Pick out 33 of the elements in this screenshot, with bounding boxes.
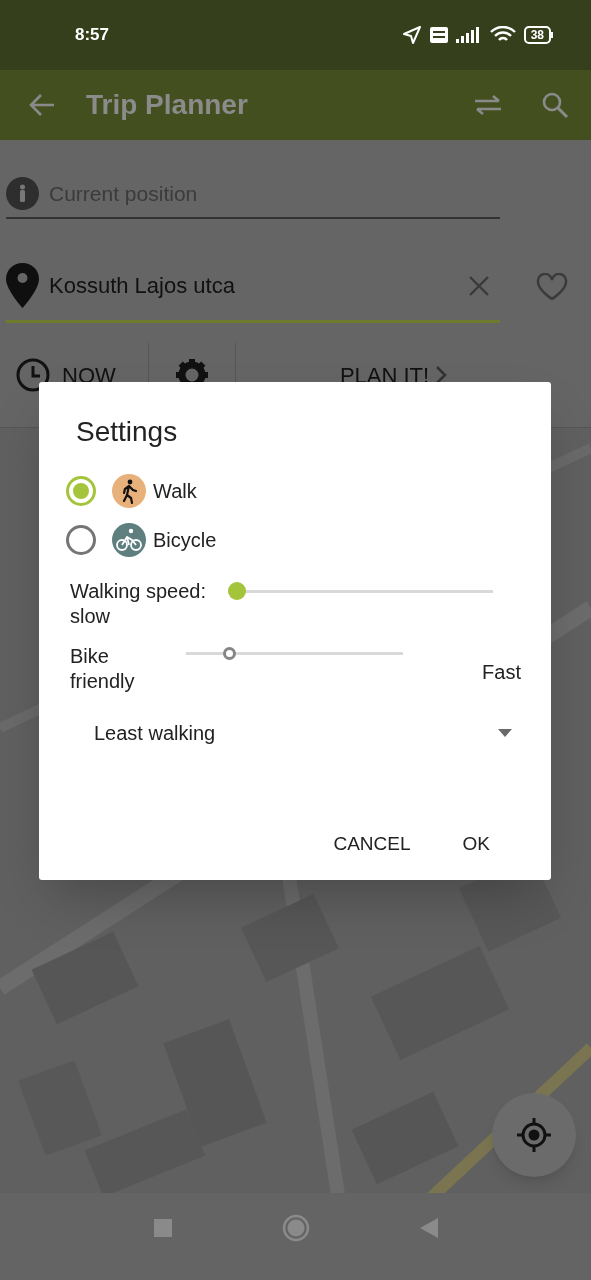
dropdown-arrow-icon bbox=[498, 729, 512, 737]
dialog-title: Settings bbox=[76, 415, 179, 449]
mode-label[interactable]: Bicycle bbox=[153, 525, 217, 555]
map-pin-icon bbox=[6, 263, 39, 308]
route-preference-dropdown[interactable]: Least walking bbox=[94, 718, 516, 748]
location-arrow-icon bbox=[401, 25, 422, 45]
slider-thumb[interactable] bbox=[228, 582, 246, 600]
heart-icon[interactable] bbox=[536, 273, 568, 301]
mode-label[interactable]: Walk bbox=[153, 476, 197, 506]
recents-square-icon[interactable] bbox=[153, 1219, 172, 1237]
app-title: Trip Planner bbox=[86, 88, 248, 122]
cyclist-icon bbox=[112, 523, 146, 557]
chevron-right-icon bbox=[435, 365, 448, 385]
radio-button[interactable] bbox=[66, 476, 96, 506]
clear-icon[interactable] bbox=[468, 274, 490, 297]
clock-icon bbox=[16, 358, 50, 392]
slider[interactable] bbox=[228, 582, 493, 600]
signal-icon bbox=[455, 27, 482, 43]
walking-person-icon bbox=[112, 474, 146, 508]
slider-label: Walking speed: slow bbox=[70, 579, 207, 629]
swap-arrows-icon[interactable] bbox=[473, 93, 503, 117]
crosshair-icon bbox=[516, 1117, 552, 1153]
radio-button[interactable] bbox=[66, 525, 96, 555]
back-arrow-icon[interactable] bbox=[28, 93, 56, 117]
battery-indicator: 38 bbox=[523, 26, 553, 44]
slider-end-label: Fast bbox=[482, 660, 521, 685]
dialog-action-button[interactable]: CANCEL bbox=[323, 824, 421, 865]
slider-label: Bike friendly bbox=[70, 644, 136, 694]
home-circle-icon[interactable] bbox=[281, 1214, 310, 1242]
search-icon[interactable] bbox=[541, 91, 569, 119]
back-triangle-icon[interactable] bbox=[419, 1218, 438, 1238]
status-time: 8:57 bbox=[75, 24, 110, 47]
dialog-action-button[interactable]: OK bbox=[452, 824, 500, 865]
